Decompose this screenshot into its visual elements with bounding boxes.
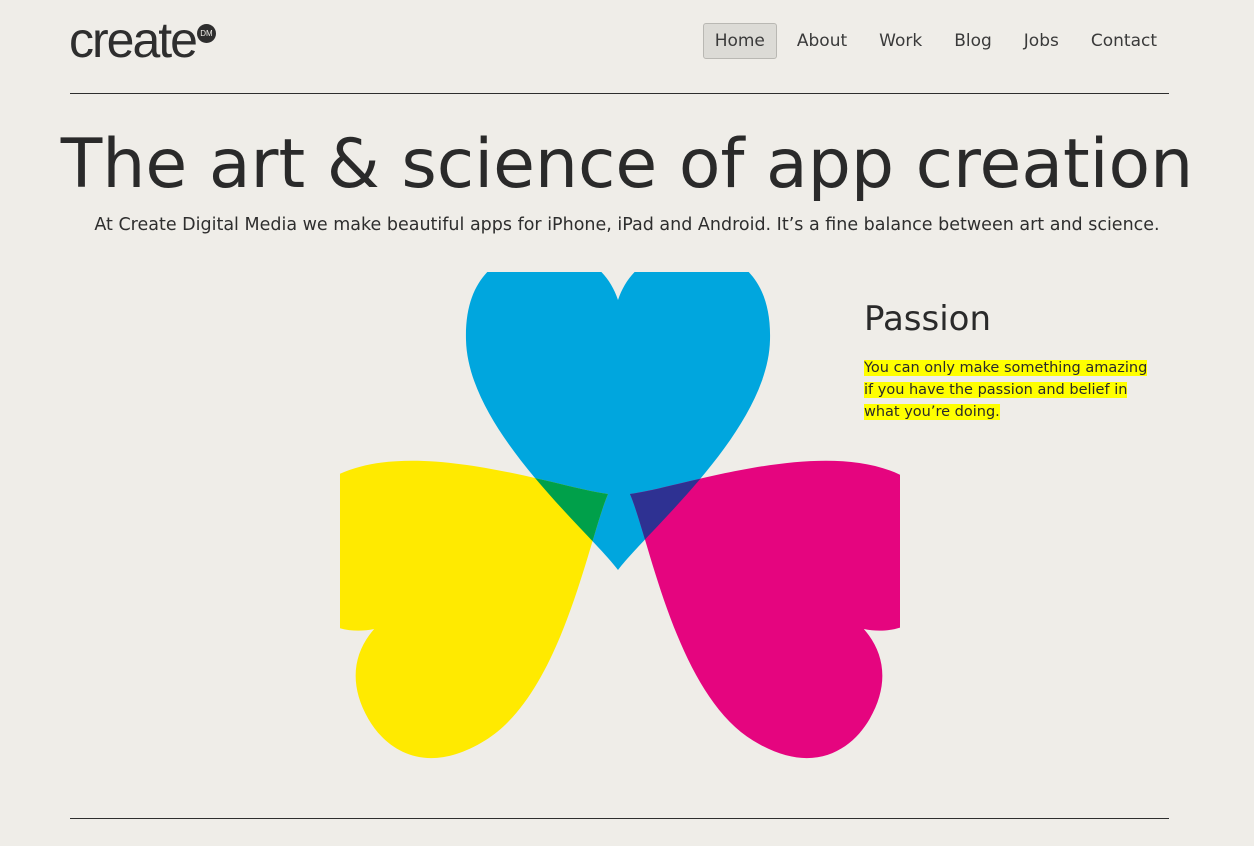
hero-title: The art & science of app creation: [60, 125, 1194, 204]
hero-subtitle: At Create Digital Media we make beautifu…: [94, 215, 1160, 235]
nav-blog[interactable]: Blog: [942, 23, 1004, 59]
header-divider: [70, 93, 1169, 94]
main-nav: Home About Work Blog Jobs Contact: [695, 23, 1169, 59]
logo[interactable]: create DM: [69, 12, 216, 68]
feature-title: Passion: [864, 299, 992, 339]
footer-divider: [70, 818, 1169, 819]
nav-home[interactable]: Home: [702, 23, 777, 59]
nav-work[interactable]: Work: [867, 23, 934, 59]
feature-panel: Passion You can only make something amaz…: [864, 297, 1164, 423]
logo-text: create: [69, 12, 198, 68]
feature-text: You can only make something amazing if y…: [864, 357, 1154, 423]
nav-jobs[interactable]: Jobs: [1012, 23, 1071, 59]
heart-venn-svg: [254, 250, 984, 786]
feature-text-highlight: You can only make something amazing if y…: [864, 360, 1148, 420]
nav-contact[interactable]: Contact: [1079, 23, 1169, 59]
heart-venn-graphic[interactable]: [254, 250, 984, 786]
nav-about[interactable]: About: [785, 23, 859, 59]
logo-badge: DM: [196, 24, 216, 43]
